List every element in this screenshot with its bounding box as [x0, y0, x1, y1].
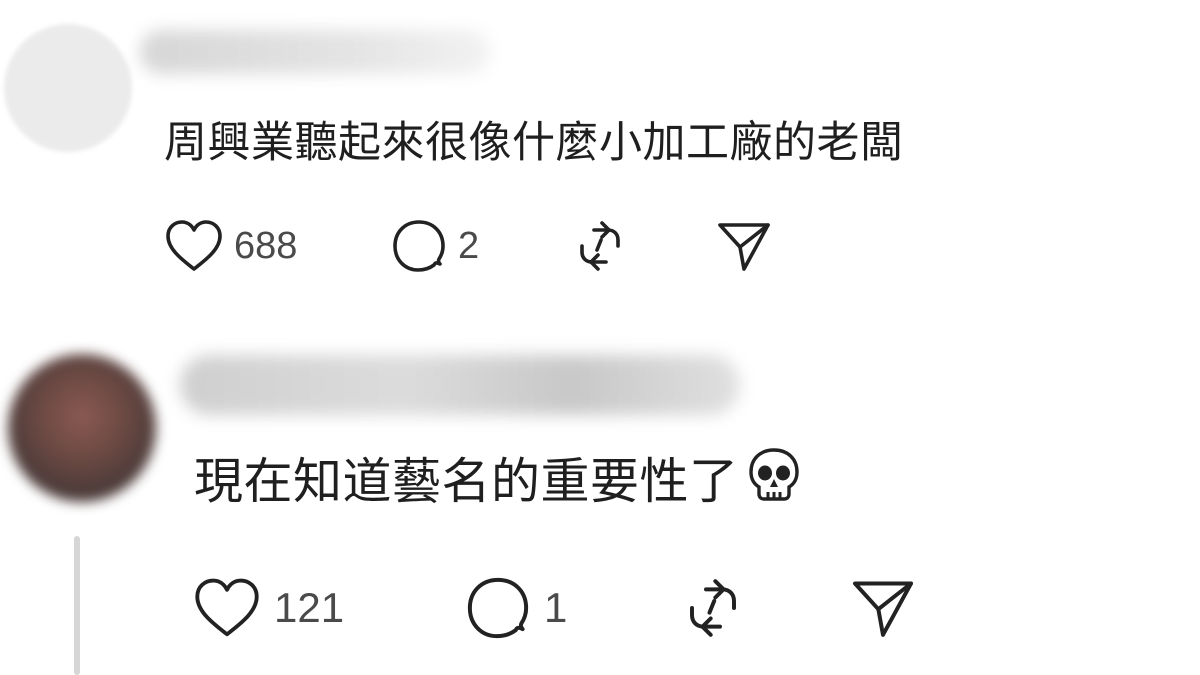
action-bar: 121 1 [192, 570, 918, 646]
repost-button[interactable] [570, 216, 714, 276]
speech-bubble-icon [393, 220, 445, 272]
share-button[interactable] [848, 574, 918, 642]
avatar[interactable] [4, 24, 132, 152]
comment-text: 周興業聽起來很像什麼小加工廠的老闆 [164, 118, 904, 168]
repost-button[interactable] [678, 573, 848, 643]
heart-icon [166, 220, 222, 271]
action-bar: 688 2 [164, 214, 774, 278]
comment-text-body: 現在知道藝名的重要性了 [194, 453, 739, 510]
like-button[interactable]: 121 [192, 576, 464, 640]
reply-count: 1 [544, 584, 568, 631]
reply-button[interactable]: 1 [464, 574, 678, 642]
like-count: 688 [234, 224, 298, 267]
avatar[interactable] [8, 354, 156, 502]
repost-icon [580, 221, 620, 271]
like-button[interactable]: 688 [164, 218, 390, 274]
username-blurred[interactable] [180, 355, 740, 415]
share-button[interactable] [714, 217, 774, 275]
reply-count: 2 [458, 224, 480, 267]
send-icon [718, 223, 770, 271]
skull-emoji [745, 446, 803, 516]
speech-bubble-icon [467, 577, 529, 639]
send-icon [853, 581, 913, 637]
thread-line [74, 536, 80, 675]
reply-button[interactable]: 2 [390, 217, 570, 275]
comment-text: 現在知道藝名的重要性了 [194, 442, 803, 520]
repost-icon [690, 579, 736, 637]
username-blurred[interactable] [140, 30, 490, 74]
like-count: 121 [274, 584, 345, 631]
heart-icon [195, 578, 259, 637]
